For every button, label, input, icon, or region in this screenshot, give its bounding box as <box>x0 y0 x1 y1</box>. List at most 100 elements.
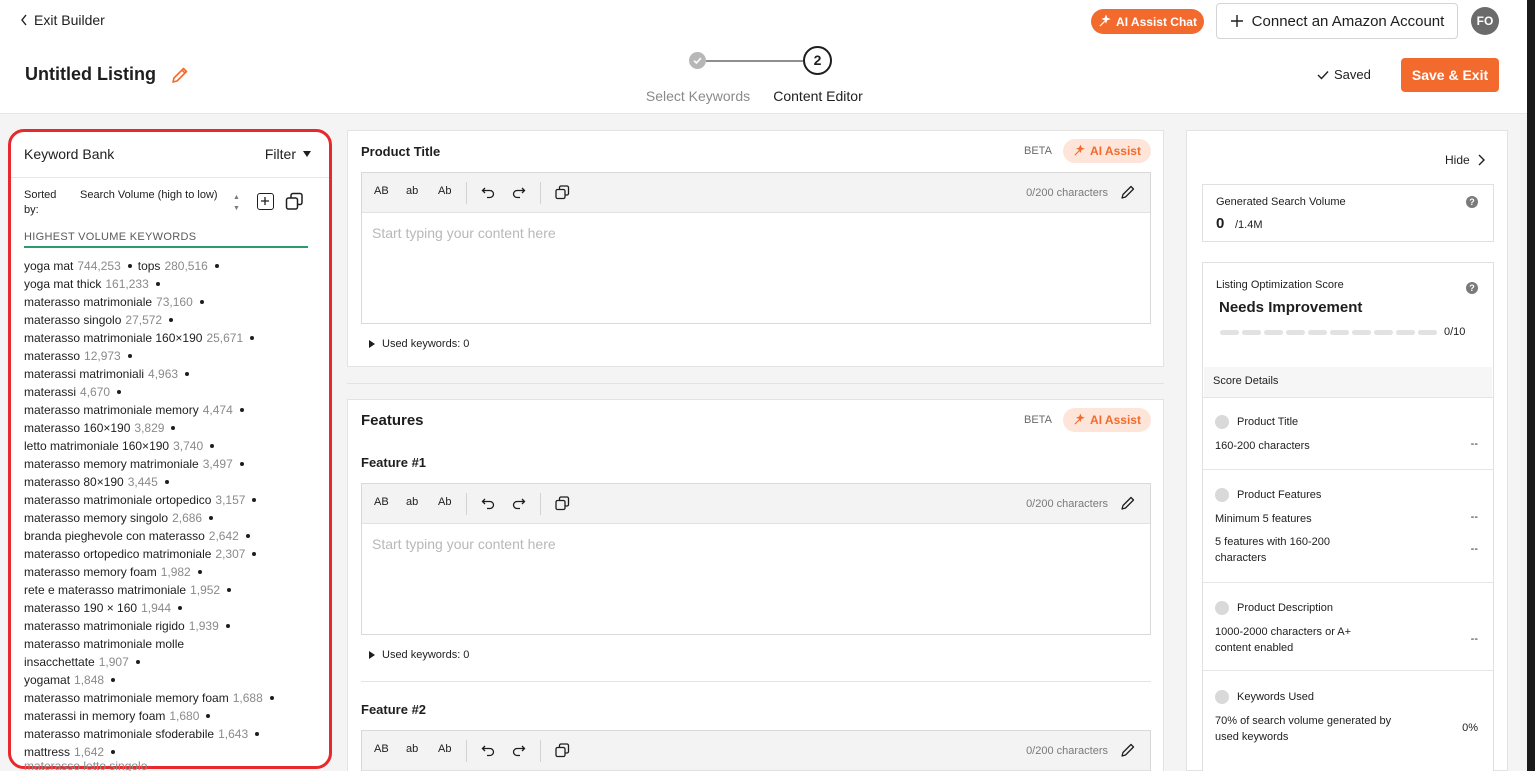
hide-panel-button[interactable]: Hide <box>1445 153 1485 167</box>
save-exit-button[interactable]: Save & Exit <box>1401 58 1499 92</box>
edit-icon[interactable] <box>1120 184 1136 200</box>
keyword-item[interactable]: letto matrimoniale 160×190 <box>24 439 169 453</box>
keyword-item[interactable]: materasso 190 × 160 <box>24 601 137 615</box>
keyword-volume: 25,671 <box>206 331 244 345</box>
keyword-item[interactable]: materasso memory matrimoniale <box>24 457 199 471</box>
sort-arrows-icon[interactable]: ▲ ▼ <box>233 192 240 214</box>
keyword-item[interactable]: insacchettate <box>24 655 95 669</box>
edit-icon[interactable] <box>1120 742 1136 758</box>
toolbar-divider <box>540 182 541 204</box>
keyword-item[interactable]: materassi in memory foam <box>24 709 165 723</box>
edit-icon[interactable] <box>1120 495 1136 511</box>
step-1-check-icon[interactable] <box>689 52 706 69</box>
connect-amazon-button[interactable]: Connect an Amazon Account <box>1216 3 1458 39</box>
lowercase-button[interactable]: ab <box>406 743 418 755</box>
sparkle-icon <box>1074 414 1085 425</box>
help-icon[interactable]: ? <box>1466 282 1478 294</box>
score-requirement-value: -- <box>1470 543 1478 555</box>
help-icon[interactable]: ? <box>1466 196 1478 208</box>
titlecase-button[interactable]: Ab <box>438 496 451 508</box>
score-item-keywords-used: Keywords Used 70% of search volume gener… <box>1203 670 1493 771</box>
titlecase-button[interactable]: Ab <box>438 743 451 755</box>
keyword-item[interactable]: yoga mat <box>24 259 73 273</box>
keyword-item[interactable]: yoga mat thick <box>24 277 101 291</box>
keyword-item[interactable]: yogamat <box>24 673 70 687</box>
product-title-editor[interactable]: AB ab Ab 0/200 characters Start typing y… <box>361 172 1151 324</box>
sort-select[interactable]: Search Volume (high to low) <box>80 188 218 203</box>
copy-icon[interactable] <box>555 185 570 200</box>
copy-icon[interactable] <box>555 496 570 511</box>
bullet-dot-icon <box>197 569 202 574</box>
filter-dropdown[interactable]: Filter <box>265 146 311 162</box>
keyword-item[interactable]: materasso memory foam <box>24 565 157 579</box>
keyword-item[interactable]: branda pieghevole con materasso <box>24 529 205 543</box>
keyword-item-cutoff[interactable]: materasso letto singolo <box>24 759 147 771</box>
exit-builder-label: Exit Builder <box>34 12 105 28</box>
undo-icon[interactable] <box>481 496 495 510</box>
keyword-volume: 3,157 <box>215 493 246 507</box>
step-2-circle[interactable]: 2 <box>803 46 832 75</box>
keyword-item[interactable]: materasso 80×190 <box>24 475 124 489</box>
keyword-item[interactable]: materasso 160×190 <box>24 421 130 435</box>
score-segment <box>1286 330 1305 335</box>
keyword-item[interactable]: materasso matrimoniale molle <box>24 637 184 651</box>
score-requirement-value: -- <box>1470 511 1478 523</box>
keyword-item[interactable]: materasso matrimoniale memory <box>24 403 199 417</box>
app-root: Exit Builder Untitled Listing 2 Select K… <box>0 0 1535 771</box>
avatar[interactable]: FO <box>1471 7 1499 35</box>
used-keywords-toggle[interactable]: Used keywords: 0 <box>369 338 469 350</box>
lowercase-button[interactable]: ab <box>406 496 418 508</box>
titlecase-button[interactable]: Ab <box>438 185 451 197</box>
redo-icon[interactable] <box>512 496 526 510</box>
bullet-dot-icon <box>127 263 132 268</box>
uppercase-button[interactable]: AB <box>374 743 389 755</box>
score-requirement-value: 0% <box>1462 722 1478 734</box>
keyword-item[interactable]: tops <box>138 259 161 273</box>
keyword-item[interactable]: materasso matrimoniale rigido <box>24 619 185 633</box>
keyword-item[interactable]: materasso ortopedico matrimoniale <box>24 547 211 561</box>
exit-builder-link[interactable]: Exit Builder <box>20 12 105 28</box>
uppercase-button[interactable]: AB <box>374 185 389 197</box>
bullet-dot-icon <box>135 659 140 664</box>
add-keyword-icon[interactable] <box>257 193 274 210</box>
uppercase-button[interactable]: AB <box>374 496 389 508</box>
copy-icon[interactable] <box>285 192 304 211</box>
redo-icon[interactable] <box>512 185 526 199</box>
keyword-item[interactable]: materasso <box>24 349 80 363</box>
keyword-item[interactable]: materasso memory singolo <box>24 511 168 525</box>
keyword-item[interactable]: materasso matrimoniale memory foam <box>24 691 229 705</box>
keyword-item[interactable]: rete e materasso matrimoniale <box>24 583 186 597</box>
feature-2-editor[interactable]: AB ab Ab 0/200 characters <box>361 730 1151 771</box>
pencil-icon[interactable] <box>170 65 190 85</box>
used-keywords-toggle[interactable]: Used keywords: 0 <box>369 649 469 661</box>
keyword-item[interactable]: materassi <box>24 385 76 399</box>
undo-icon[interactable] <box>481 185 495 199</box>
undo-icon[interactable] <box>481 743 495 757</box>
bullet-dot-icon <box>252 497 257 502</box>
ai-assist-chat-button[interactable]: AI Assist Chat <box>1091 9 1204 34</box>
status-circle-icon <box>1215 488 1229 502</box>
keyword-volume: 1,944 <box>141 601 172 615</box>
keyword-volume: 4,474 <box>202 403 233 417</box>
feature-1-editor[interactable]: AB ab Ab 0/200 characters Start typing y… <box>361 483 1151 635</box>
features-heading: Features <box>361 412 424 429</box>
ai-assist-button[interactable]: AI Assist <box>1063 139 1151 163</box>
keyword-item[interactable]: mattress <box>24 745 70 759</box>
redo-icon[interactable] <box>512 743 526 757</box>
keyword-row: materasso singolo 27,572 <box>24 311 324 329</box>
keyword-item[interactable]: materasso singolo <box>24 313 121 327</box>
step-2-label[interactable]: Content Editor <box>758 88 878 104</box>
keyword-item[interactable]: materassi matrimoniali <box>24 367 144 381</box>
plus-icon <box>1230 15 1243 27</box>
keyword-item[interactable]: materasso matrimoniale ortopedico <box>24 493 211 507</box>
step-1-label[interactable]: Select Keywords <box>640 88 756 104</box>
los-score: 0/10 <box>1444 326 1466 338</box>
bullet-dot-icon <box>199 299 204 304</box>
copy-icon[interactable] <box>555 743 570 758</box>
keyword-item[interactable]: materasso matrimoniale 160×190 <box>24 331 202 345</box>
keyword-item[interactable]: materasso matrimoniale <box>24 295 152 309</box>
used-keywords-label: Used keywords: 0 <box>382 649 470 661</box>
lowercase-button[interactable]: ab <box>406 185 418 197</box>
ai-assist-button[interactable]: AI Assist <box>1063 408 1151 432</box>
keyword-item[interactable]: materasso matrimoniale sfoderabile <box>24 727 214 741</box>
